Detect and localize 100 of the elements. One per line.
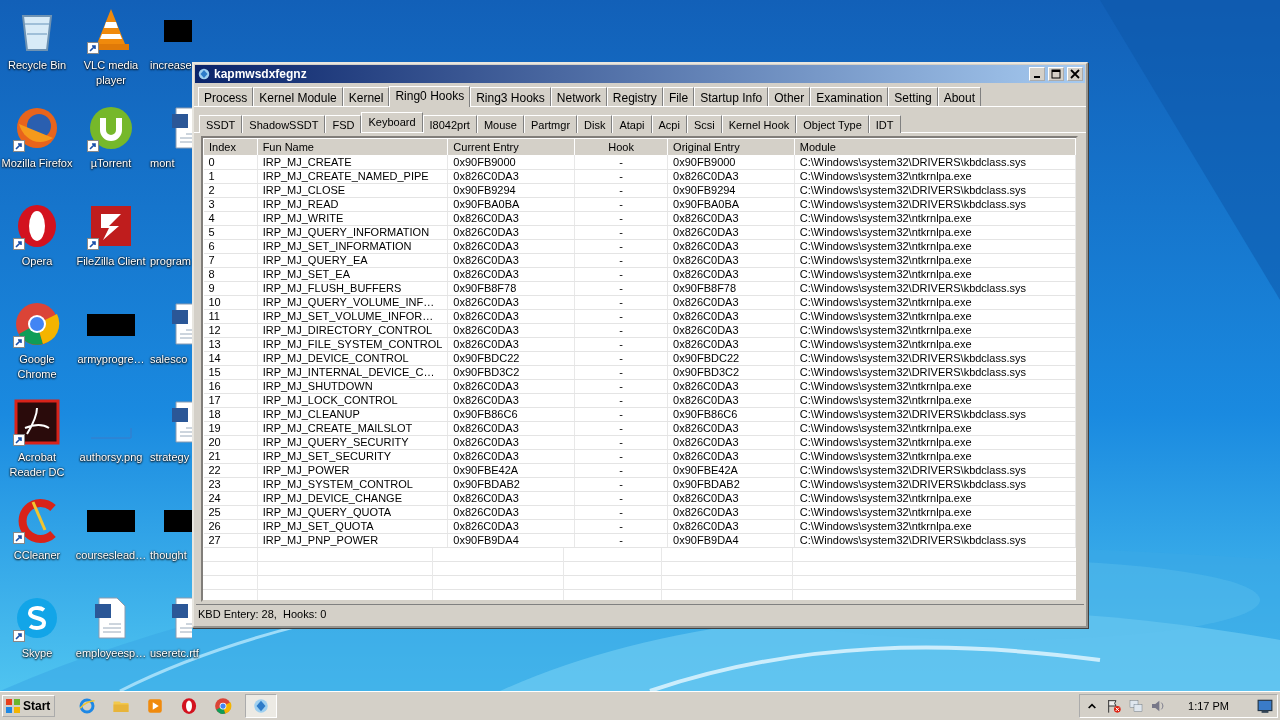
minimize-button[interactable]: [1029, 67, 1045, 81]
tab[interactable]: File: [662, 87, 695, 106]
desktop-icon-label[interactable]: Mozilla Firefox: [1, 156, 73, 171]
column-header[interactable]: Fun Name: [257, 138, 448, 156]
chrome-icon[interactable]: [214, 697, 233, 715]
table-cell: 0x90FB8F78: [667, 281, 795, 296]
desktop-icon-label[interactable]: increase: [150, 58, 192, 73]
subtab[interactable]: Kernel Hook: [721, 115, 797, 133]
table-cell: 0x826C0DA3: [667, 519, 795, 534]
table-cell: C:\Windows\system32\DRIVERS\kbdclass.sys: [794, 183, 1076, 198]
tab[interactable]: Registry: [606, 87, 663, 106]
desktop-icon-label[interactable]: Google Chrome: [0, 352, 74, 382]
tab[interactable]: Setting: [888, 87, 938, 106]
subtab[interactable]: Disk: [577, 115, 613, 133]
table-cell: IRP_MJ_SET_QUOTA: [257, 519, 448, 534]
subtab[interactable]: Mouse: [476, 115, 524, 133]
clock[interactable]: 1:17 PM: [1188, 700, 1229, 712]
tab[interactable]: Ring3 Hooks: [470, 87, 551, 106]
chrome-icon[interactable]: [13, 300, 61, 348]
table-cell: C:\Windows\system32\ntkrnlpa.exe: [794, 239, 1076, 254]
table-cell: IRP_MJ_SET_SECURITY: [257, 449, 448, 464]
opera-icon[interactable]: [180, 697, 199, 715]
volume-icon[interactable]: [1150, 698, 1167, 714]
tab[interactable]: Kernel Module: [253, 87, 343, 106]
tab[interactable]: Ring0 Hooks: [389, 86, 471, 107]
desktop-icon-label[interactable]: salesco: [150, 352, 188, 367]
table-cell: C:\Windows\system32\DRIVERS\kbdclass.sys: [794, 197, 1076, 212]
table-cell: 0x826C0DA3: [667, 435, 795, 450]
table-cell: C:\Windows\system32\ntkrnlpa.exe: [794, 253, 1076, 268]
tab[interactable]: Network: [550, 87, 607, 106]
table-cell: -: [574, 519, 668, 534]
column-header[interactable]: Original Entry: [667, 138, 795, 156]
column-header[interactable]: Current Entry: [447, 138, 575, 156]
subtab[interactable]: Scsi: [686, 115, 722, 133]
table-cell: 4: [203, 211, 258, 226]
tab[interactable]: Startup Info: [694, 87, 769, 106]
subtab[interactable]: SSDT: [199, 115, 243, 133]
subtab[interactable]: FSD: [325, 115, 362, 133]
table-cell: 7: [203, 253, 258, 268]
table-cell: 25: [203, 505, 258, 520]
column-header[interactable]: Index: [203, 138, 258, 156]
table-cell: 0x826C0DA3: [447, 253, 575, 268]
start-button[interactable]: Start: [2, 695, 56, 717]
table-cell: -: [574, 435, 668, 450]
table-cell: -: [574, 533, 668, 548]
maximize-button[interactable]: [1048, 67, 1064, 81]
table-cell: 27: [203, 533, 258, 548]
table-cell: 0x826C0DA3: [667, 421, 795, 436]
close-button[interactable]: [1067, 67, 1083, 81]
desktop-icon-label[interactable]: Recycle Bin: [7, 58, 67, 73]
subtab[interactable]: ShadowSSDT: [242, 115, 326, 133]
table-cell: IRP_MJ_CLOSE: [257, 183, 448, 198]
desktop-icon-label[interactable]: Opera: [21, 254, 53, 269]
table-cell: C:\Windows\system32\ntkrnlpa.exe: [794, 505, 1076, 520]
table-cell: 3: [203, 197, 258, 212]
subtab[interactable]: Keyboard: [361, 112, 423, 132]
table-cell: IRP_MJ_READ: [257, 197, 448, 212]
subtab[interactable]: I8042prt: [422, 115, 477, 133]
subtab[interactable]: Atapi: [612, 115, 652, 133]
desktop-icon-label[interactable]: FileZilla Client: [76, 254, 146, 269]
subtab[interactable]: Object Type: [796, 115, 869, 133]
table-cell: 0x826C0DA3: [667, 169, 795, 184]
desktop-icon-label[interactable]: program: [150, 254, 191, 269]
table-cell: 0x90FBD3C2: [447, 365, 575, 380]
table-cell: -: [574, 281, 668, 296]
table-cell: 24: [203, 491, 258, 506]
table-cell: C:\Windows\system32\ntkrnlpa.exe: [794, 435, 1076, 450]
desktop-icon-label[interactable]: VLC media player: [74, 58, 148, 88]
table-cell: 0x90FB86C6: [447, 407, 575, 422]
tab[interactable]: Process: [198, 87, 254, 106]
table-cell: IRP_MJ_FILE_SYSTEM_CONTROL: [257, 337, 448, 352]
table-cell: 0x826C0DA3: [447, 421, 575, 436]
table-cell: 0x90FBA0BA: [667, 197, 795, 212]
desktop-icon-label[interactable]: mont: [150, 156, 175, 171]
start-logo-icon: [5, 698, 21, 714]
column-header[interactable]: Hook: [574, 138, 668, 156]
tab[interactable]: Kernel: [342, 87, 390, 106]
tab[interactable]: Examination: [810, 87, 889, 106]
table-cell: C:\Windows\system32\DRIVERS\kbdclass.sys: [794, 407, 1076, 422]
table-cell: 0x826C0DA3: [667, 337, 795, 352]
status-text: KBD Entery: 28, Hooks: 0: [198, 608, 327, 620]
subtab[interactable]: Acpi: [651, 115, 687, 133]
column-header[interactable]: Module: [794, 138, 1076, 156]
desktop-icon-label[interactable]: armyprogre…: [77, 352, 145, 367]
app-icon: [197, 67, 211, 81]
acrobat-icon[interactable]: [13, 398, 61, 446]
table-cell: 23: [203, 477, 258, 492]
table-cell: 11: [203, 309, 258, 324]
tab[interactable]: Other: [768, 87, 811, 106]
table-cell: 0x826C0DA3: [447, 435, 575, 450]
app-icon[interactable]: [252, 697, 271, 715]
action-center-flag-icon[interactable]: [1106, 698, 1123, 714]
desktop-icon-label[interactable]: µTorrent: [90, 156, 132, 171]
show-desktop-icon[interactable]: [1257, 698, 1273, 714]
utorrent-icon[interactable]: [87, 104, 135, 152]
table-cell: 19: [203, 421, 258, 436]
subtab[interactable]: Partmgr: [523, 115, 578, 133]
subtab[interactable]: IDT: [868, 115, 901, 133]
table-cell: 0x826C0DA3: [667, 491, 795, 506]
tab[interactable]: About: [937, 87, 982, 106]
